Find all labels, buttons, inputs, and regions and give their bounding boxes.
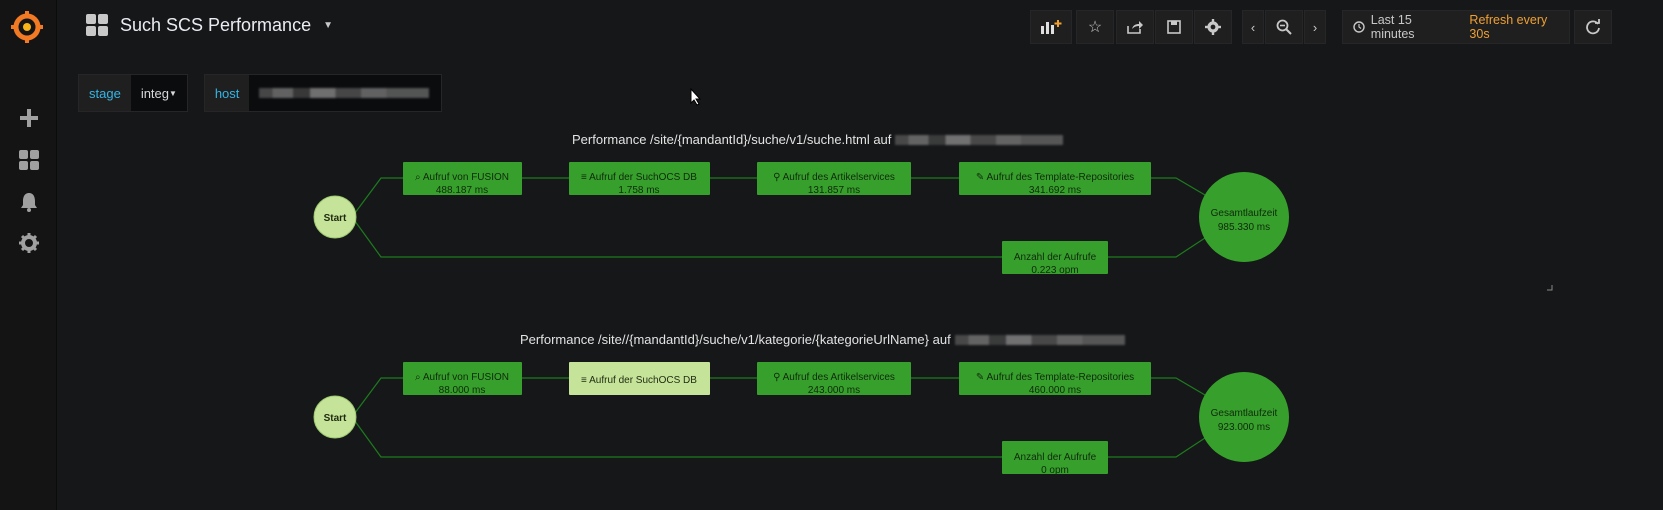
bell-icon[interactable] <box>14 187 44 217</box>
clock-icon <box>1353 21 1365 33</box>
caret-down-icon: ▼ <box>323 19 333 31</box>
chevron-right-icon: › <box>1312 19 1318 35</box>
share-button[interactable] <box>1116 10 1154 44</box>
host-redacted <box>895 134 1064 145</box>
panel-title[interactable]: Performance /site/{mandantId}/suche/v1/s… <box>572 132 1064 147</box>
star-button[interactable]: ☆ <box>1076 10 1114 44</box>
node-artikel-label: ⚲ Aufruf des Artikelservices <box>773 372 895 383</box>
node-fusion-label: ⌕ Aufruf von FUSION <box>415 172 509 183</box>
brush-icon: ✎ <box>976 172 987 183</box>
grafana-logo-icon[interactable] <box>10 10 44 44</box>
cog-icon <box>1205 19 1221 35</box>
start-label: Start <box>324 213 347 224</box>
node-fusion-label: ⌕ Aufruf von FUSION <box>415 372 509 383</box>
variable-label: host <box>204 75 250 111</box>
node-db-value: 1.758 ms <box>618 185 659 196</box>
node-anzahl-label: Anzahl der Aufrufe <box>1014 252 1097 263</box>
main-area: Such SCS Performance ▼ ☆ ‹ › Last 15 min… <box>58 0 1663 510</box>
host-redacted <box>954 334 1125 345</box>
caret-down-icon: ▼ <box>169 88 177 98</box>
chevron-left-icon: ‹ <box>1250 19 1256 35</box>
label: Aufruf des Artikelservices <box>783 372 895 383</box>
stage-value: integ <box>140 85 170 101</box>
label: Aufruf der SuchOCS DB <box>589 172 697 183</box>
variable-host: host <box>203 74 443 112</box>
search-icon: ⌕ <box>415 172 423 183</box>
host-select[interactable] <box>249 75 442 111</box>
dashboard-title: Such SCS Performance <box>120 14 312 35</box>
plus-icon[interactable] <box>14 103 44 133</box>
side-menu <box>0 0 57 510</box>
node-db-label: ≡ Aufruf der SuchOCS DB <box>581 172 697 183</box>
refresh-interval-label: Refresh every 30s <box>1469 13 1548 41</box>
panel-title-text: Performance /site/{mandantId}/suche/v1/s… <box>572 132 892 147</box>
label: Aufruf von FUSION <box>423 372 509 383</box>
flowchart-1: Start ⌕ Aufruf von FUSION 488.187 ms ≡ A… <box>313 162 1553 291</box>
brush-icon: ✎ <box>976 372 987 383</box>
share-icon <box>1127 21 1143 34</box>
save-icon <box>1167 20 1181 34</box>
panel-title[interactable]: Performance /site//{mandantId}/suche/v1/… <box>520 332 1125 347</box>
node-db-label: ≡ Aufruf der SuchOCS DB <box>581 375 697 386</box>
database-icon: ≡ <box>581 375 589 386</box>
refresh-button[interactable] <box>1574 10 1612 44</box>
resize-handle-icon[interactable] <box>1547 285 1553 291</box>
total-value: 985.330 ms <box>1218 222 1270 233</box>
node-anzahl-label: Anzahl der Aufrufe <box>1014 452 1097 463</box>
zoom-out-button[interactable] <box>1265 10 1303 44</box>
add-panel-button[interactable] <box>1030 10 1072 44</box>
node-template-value: 341.692 ms <box>1029 185 1081 196</box>
start-label: Start <box>324 413 347 424</box>
stage-select[interactable]: integ ▼ <box>130 75 187 111</box>
panel-title-text: Performance /site//{mandantId}/suche/v1/… <box>520 332 951 347</box>
refresh-icon <box>1586 19 1600 35</box>
dashboard-picker[interactable]: Such SCS Performance ▼ <box>86 14 333 36</box>
search-icon: ⌕ <box>415 372 423 383</box>
time-back-button[interactable]: ‹ <box>1242 10 1264 44</box>
database-icon: ≡ <box>581 172 589 183</box>
navbar: Such SCS Performance ▼ ☆ ‹ › Last 15 min… <box>58 0 1663 54</box>
mouse-cursor-icon <box>690 88 702 106</box>
label: Aufruf des Artikelservices <box>783 172 895 183</box>
flowchart-2: Start ⌕ Aufruf von FUSION 88.000 ms ≡ Au… <box>313 362 1289 476</box>
node-fusion-value: 88.000 ms <box>439 385 486 396</box>
total-label: Gesamtlaufzeit <box>1211 208 1278 219</box>
dashboards-icon[interactable] <box>14 145 44 175</box>
node-template-value: 460.000 ms <box>1029 385 1081 396</box>
template-variables: stage integ ▼ host <box>78 74 443 112</box>
sitemap-icon: ⚲ <box>773 372 783 383</box>
variable-label: stage <box>79 75 131 111</box>
save-button[interactable] <box>1155 10 1193 44</box>
gear-icon[interactable] <box>14 228 44 258</box>
variable-stage: stage integ ▼ <box>78 74 188 112</box>
label: Aufruf von FUSION <box>423 172 509 183</box>
node-template-label: ✎ Aufruf des Template-Repositories <box>976 172 1134 183</box>
label: Aufruf des Template-Repositories <box>986 172 1134 183</box>
label: Aufruf des Template-Repositories <box>986 372 1134 383</box>
time-forward-button[interactable]: › <box>1304 10 1326 44</box>
host-value-redacted <box>259 88 430 98</box>
total-value: 923.000 ms <box>1218 422 1270 433</box>
total-label: Gesamtlaufzeit <box>1211 408 1278 419</box>
add-panel-icon <box>1041 20 1062 34</box>
zoom-out-icon <box>1276 19 1292 35</box>
time-picker-button[interactable]: Last 15 minutes Refresh every 30s <box>1342 10 1570 44</box>
node-artikel-value: 131.857 ms <box>808 185 860 196</box>
node-anzahl-value: 0 opm <box>1041 465 1069 476</box>
sitemap-icon: ⚲ <box>773 172 783 183</box>
dashboard-grid-icon <box>86 14 108 36</box>
node-template-label: ✎ Aufruf des Template-Repositories <box>976 372 1134 383</box>
node-fusion-value: 488.187 ms <box>436 185 488 196</box>
label: Aufruf der SuchOCS DB <box>589 375 697 386</box>
star-icon: ☆ <box>1087 19 1103 36</box>
time-range-label: Last 15 minutes <box>1370 13 1415 41</box>
settings-button[interactable] <box>1194 10 1232 44</box>
node-artikel-value: 243.000 ms <box>808 385 860 396</box>
node-artikel-label: ⚲ Aufruf des Artikelservices <box>773 172 895 183</box>
node-anzahl-value: 0.223 opm <box>1031 265 1078 276</box>
